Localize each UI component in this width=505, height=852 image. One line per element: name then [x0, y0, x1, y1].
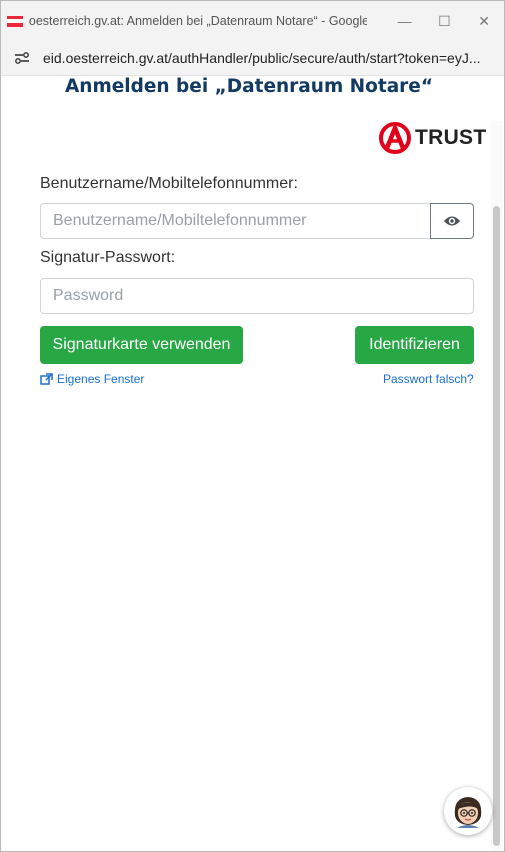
external-link-icon — [40, 373, 53, 385]
close-icon[interactable]: ✕ — [464, 13, 504, 30]
chat-assistant-avatar[interactable] — [444, 787, 492, 835]
identify-button[interactable]: Identifizieren — [355, 326, 474, 364]
browser-popup-window: oesterreich.gv.at: Anmelden bei „Datenra… — [0, 0, 505, 852]
show-password-button[interactable] — [430, 203, 474, 239]
address-bar: eid.oesterreich.gv.at/authHandler/public… — [1, 41, 504, 76]
window-title: oesterreich.gv.at: Anmelden bei „Datenra… — [28, 14, 367, 28]
own-window-link-text: Eigenes Fenster — [57, 372, 145, 386]
signature-card-button[interactable]: Signaturkarte verwenden — [40, 326, 243, 364]
wrong-password-link[interactable]: Passwort falsch? — [383, 372, 474, 386]
title-bar: oesterreich.gv.at: Anmelden bei „Datenra… — [1, 1, 504, 41]
url-text[interactable]: eid.oesterreich.gv.at/authHandler/public… — [43, 50, 503, 66]
maximize-icon[interactable]: ☐ — [425, 13, 465, 30]
login-page: Anmelden bei „Datenraum Notare“ TRUST Be… — [9, 76, 503, 851]
a-trust-mark-icon — [379, 122, 411, 154]
scrollbar-thumb[interactable] — [493, 206, 500, 846]
a-trust-logo: TRUST — [379, 122, 487, 154]
password-label: Signatur-Passwort: — [40, 249, 176, 266]
page-title: Anmelden bei „Datenraum Notare“ — [64, 76, 434, 97]
password-input[interactable] — [40, 278, 474, 314]
username-input[interactable] — [40, 203, 431, 239]
wrong-password-link-text: Passwort falsch? — [383, 372, 474, 386]
assistant-face-icon — [454, 797, 482, 828]
site-settings-icon[interactable] — [13, 51, 31, 65]
logo-text: TRUST — [415, 126, 487, 149]
eye-icon — [444, 216, 460, 226]
austria-flag-icon — [7, 15, 23, 27]
own-window-link[interactable]: Eigenes Fenster — [40, 372, 144, 386]
minimize-icon[interactable]: — — [385, 13, 425, 29]
username-label: Benutzername/Mobiltelefonnummer: — [40, 175, 298, 192]
